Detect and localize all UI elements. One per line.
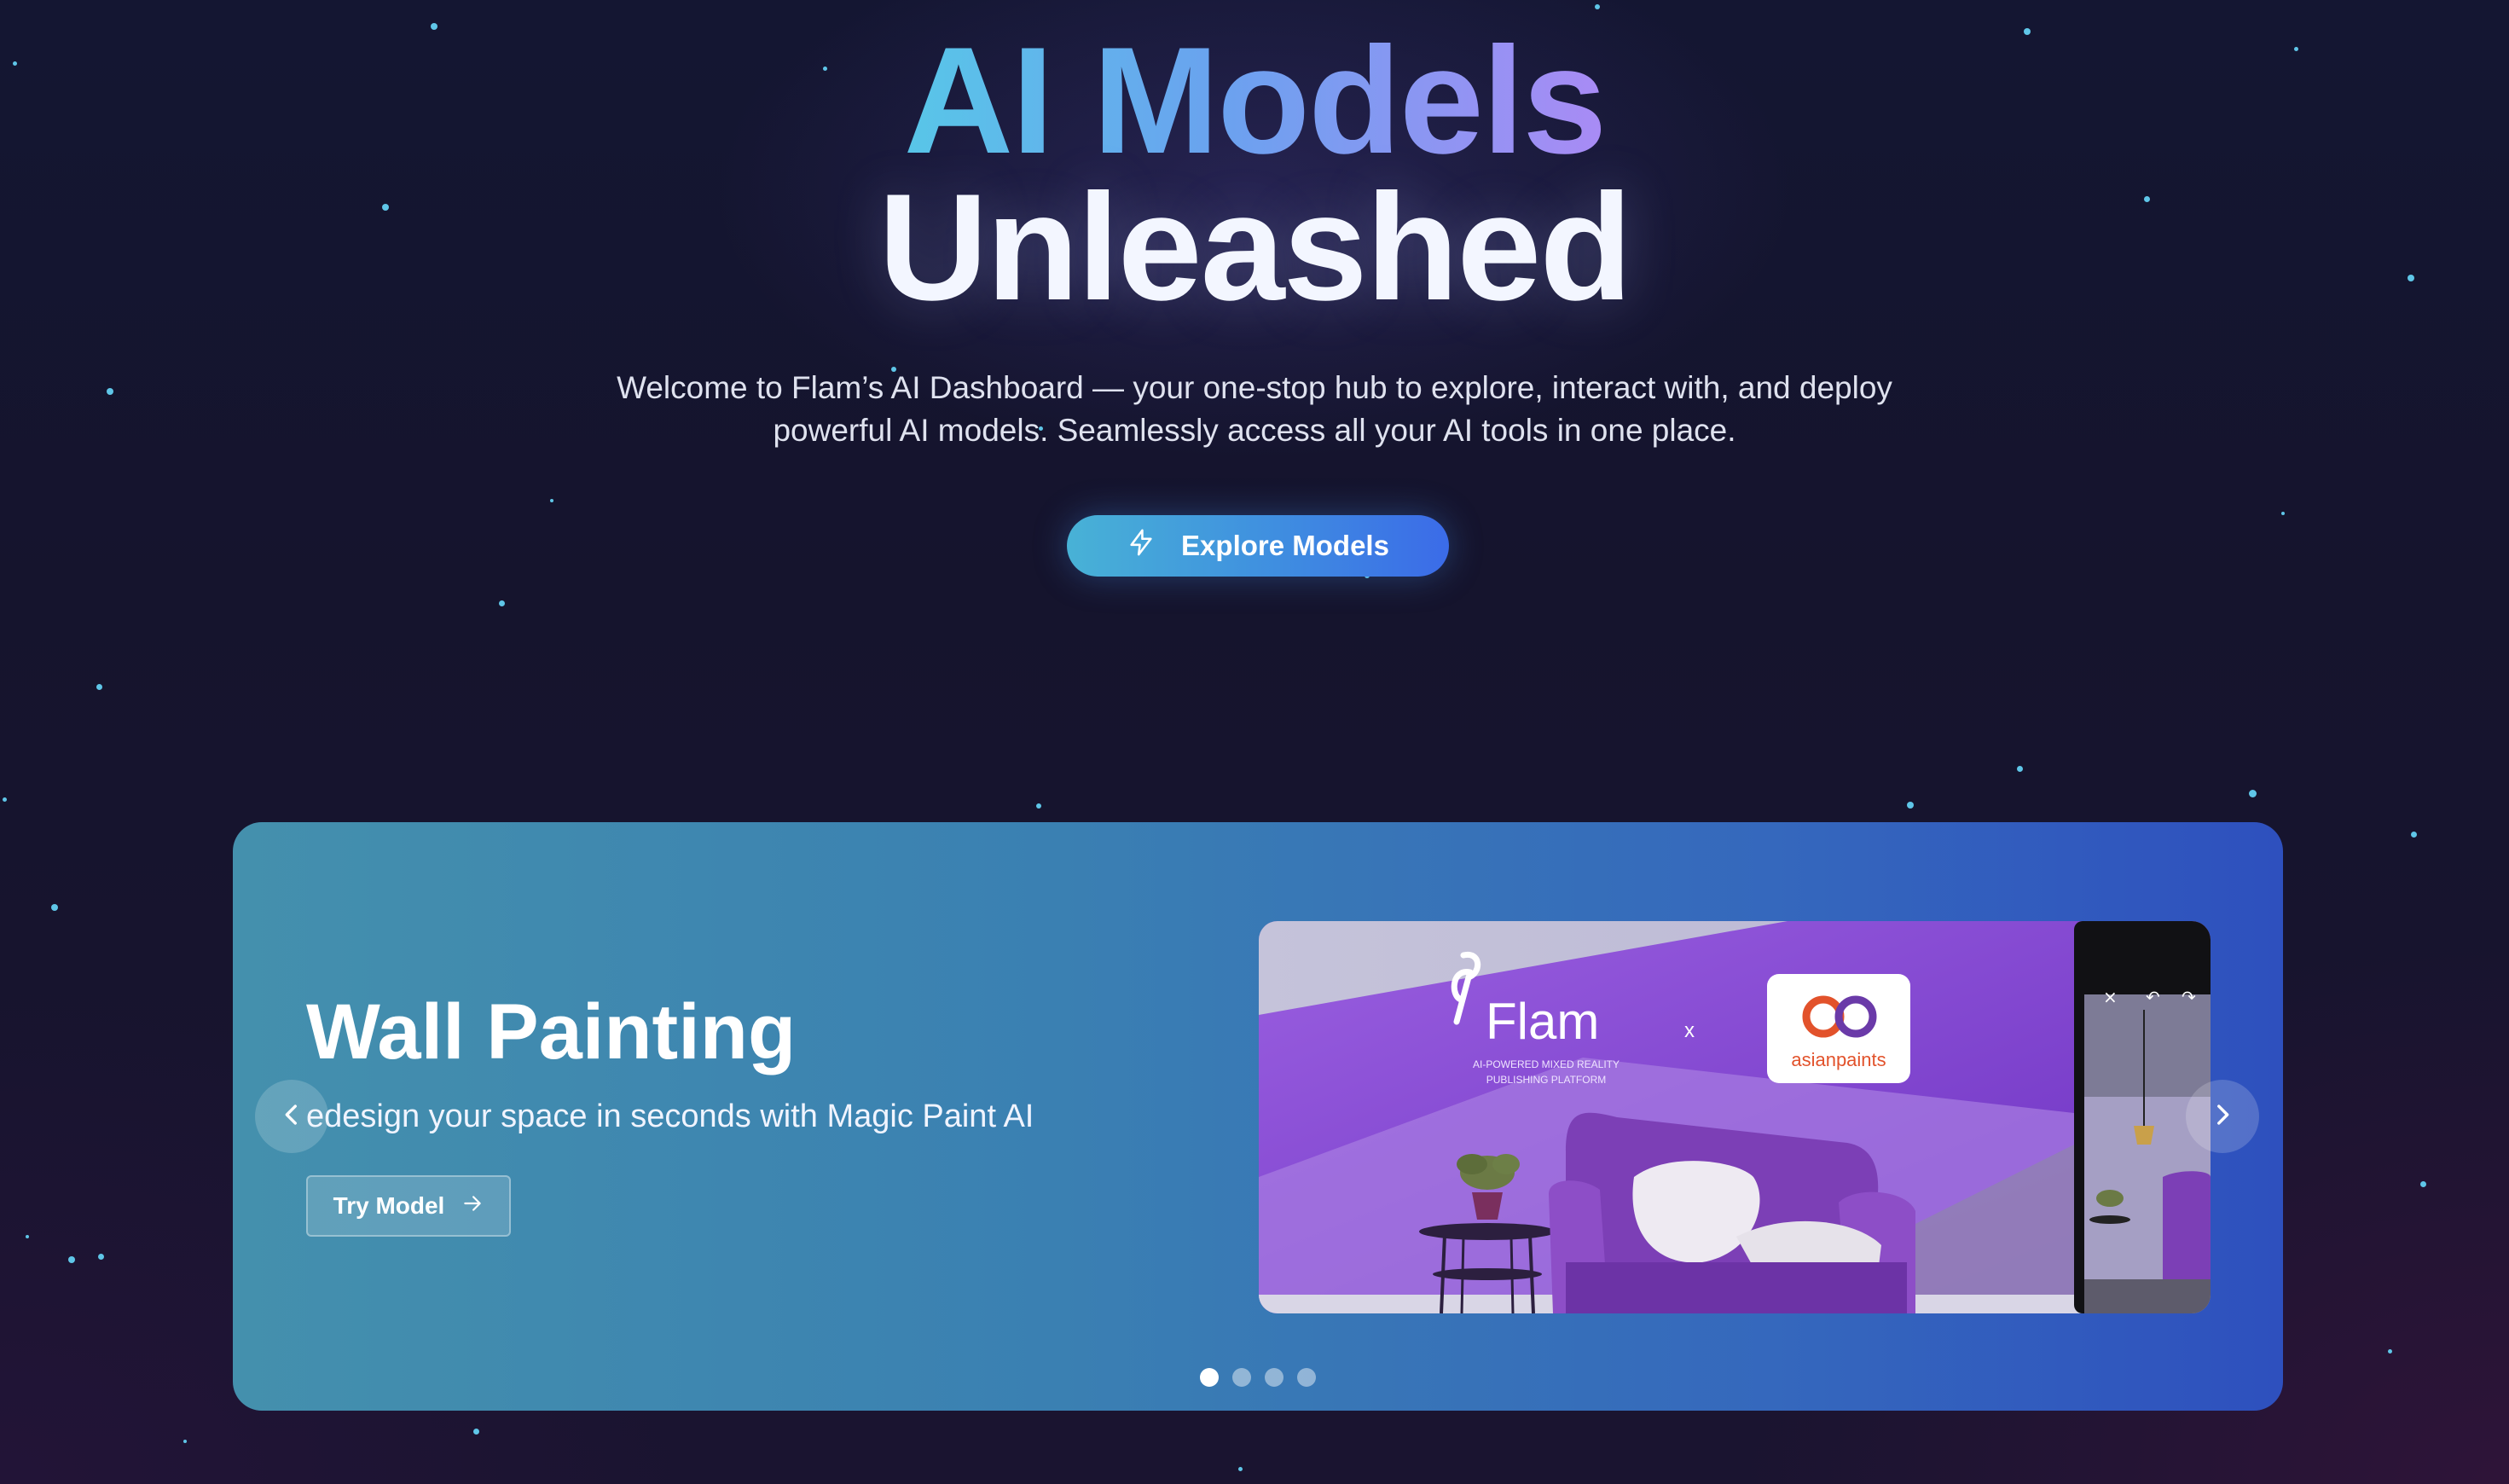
slide-title: Wall Painting: [306, 988, 797, 1075]
try-model-button[interactable]: Try Model: [306, 1175, 511, 1237]
carousel-pagination: [233, 1368, 2283, 1387]
try-model-label: Try Model: [333, 1192, 445, 1219]
carousel-dot-1[interactable]: [1200, 1368, 1219, 1387]
flam-tagline-2: PUBLISHING PLATFORM: [1486, 1074, 1606, 1086]
hero-subtitle-line-2: powerful AI models. Seamlessly access al…: [773, 413, 1736, 448]
carousel-next-button[interactable]: [2186, 1080, 2259, 1153]
hero-subtitle: Welcome to Flam’s AI Dashboard — your on…: [530, 367, 1979, 452]
lightning-icon: [1127, 528, 1156, 564]
model-carousel: Wall Painting edesign your space in seco…: [233, 822, 2283, 1411]
explore-models-button[interactable]: Explore Models: [1067, 515, 1449, 577]
asianpaints-wordmark: asianpaints: [1791, 1049, 1886, 1070]
asianpaints-logo: asianpaints: [1767, 974, 1910, 1083]
hero-subtitle-line-1: Welcome to Flam’s AI Dashboard — your on…: [617, 370, 1892, 405]
slide-description: edesign your space in seconds with Magic…: [306, 1099, 1034, 1134]
flam-brand-name: Flam: [1486, 993, 1599, 1050]
carousel-prev-button[interactable]: [255, 1080, 328, 1153]
arrow-right-icon: [461, 1192, 484, 1220]
flam-tagline-1: AI-POWERED MIXED REALITY: [1473, 1058, 1620, 1070]
hero-title-gradient: AI Models: [903, 15, 1608, 185]
explore-models-label: Explore Models: [1181, 530, 1389, 561]
brand-separator: x: [1684, 1019, 1695, 1042]
carousel-dot-3[interactable]: [1265, 1368, 1283, 1387]
svg-text:↶: ↶: [2146, 987, 2160, 1007]
chevron-right-icon: [2208, 1100, 2237, 1133]
chevron-left-icon: [277, 1100, 306, 1133]
carousel-dot-4[interactable]: [1297, 1368, 1316, 1387]
carousel-dot-2[interactable]: [1232, 1368, 1251, 1387]
svg-text:↷: ↷: [2182, 987, 2196, 1007]
svg-text:×: ×: [2103, 987, 2118, 1007]
slide-image: Flam AI-POWERED MIXED REALITY PUBLISHING…: [1259, 921, 2211, 1313]
hero-title: Unleashed: [878, 162, 1632, 332]
